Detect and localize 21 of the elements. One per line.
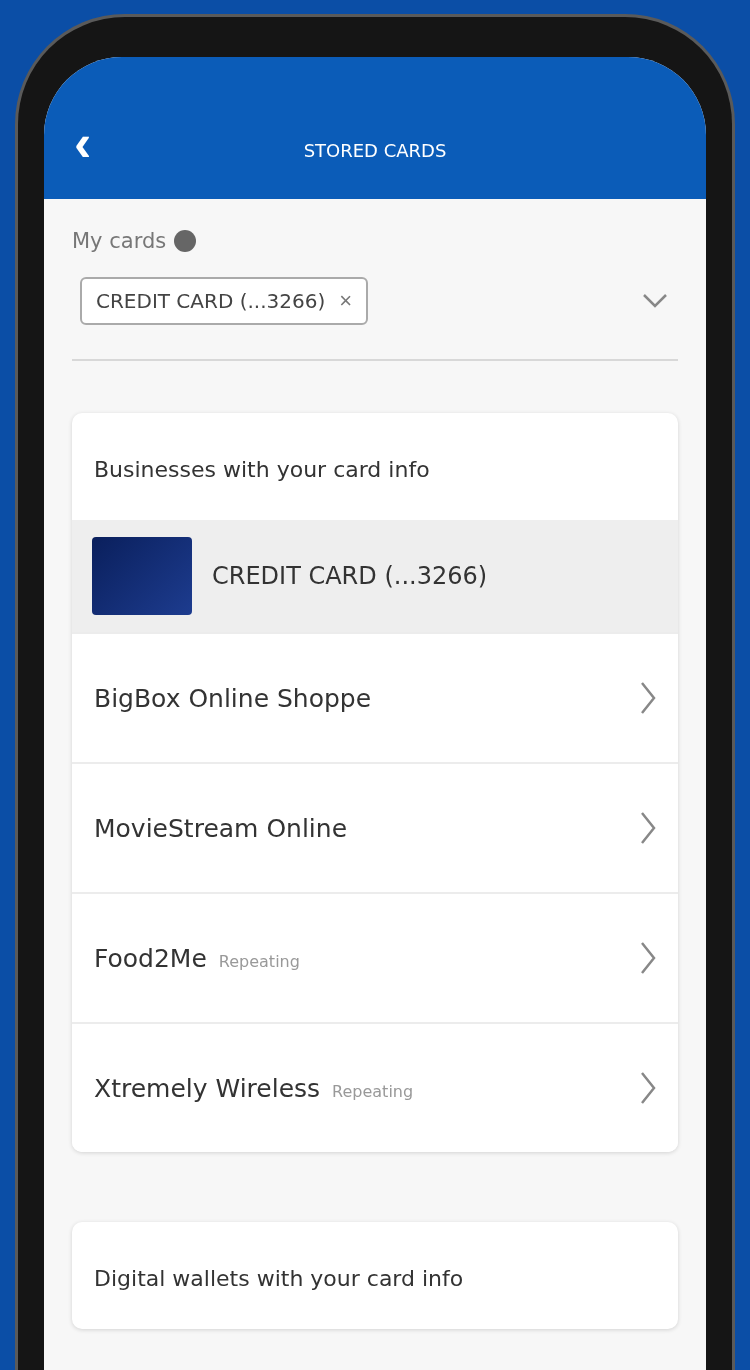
business-row[interactable]: Food2Me Repeating	[72, 892, 678, 1022]
section-title: Digital wallets with your card info	[93, 1265, 465, 1293]
info-icon[interactable]	[174, 230, 197, 252]
chevron-down-icon	[642, 293, 668, 309]
business-row[interactable]: Xtremely Wireless Repeating	[72, 1022, 678, 1152]
screen-title: STORED CARDS	[303, 140, 447, 161]
business-row[interactable]: BigBox Online Shoppe	[72, 632, 678, 762]
chevron-right-icon	[640, 941, 656, 975]
field-label: My cards	[72, 229, 167, 253]
section-title: Businesses with your card info	[93, 456, 431, 484]
chevron-right-icon	[640, 1071, 656, 1105]
card-label: CREDIT CARD (...3266)	[212, 562, 488, 590]
chevron-right-icon	[640, 811, 656, 845]
chip-remove-button[interactable]: ×	[339, 289, 353, 313]
chevron-right-icon	[640, 681, 656, 715]
card-select[interactable]: CREDIT CARD (...3266) ×	[72, 253, 678, 361]
back-button[interactable]: ‹	[74, 117, 92, 169]
chip-label: CREDIT CARD (...3266)	[96, 289, 326, 313]
repeating-tag: Repeating	[332, 1081, 414, 1101]
repeating-tag: Repeating	[218, 951, 300, 971]
business-row[interactable]: MovieStream Online	[72, 762, 678, 892]
